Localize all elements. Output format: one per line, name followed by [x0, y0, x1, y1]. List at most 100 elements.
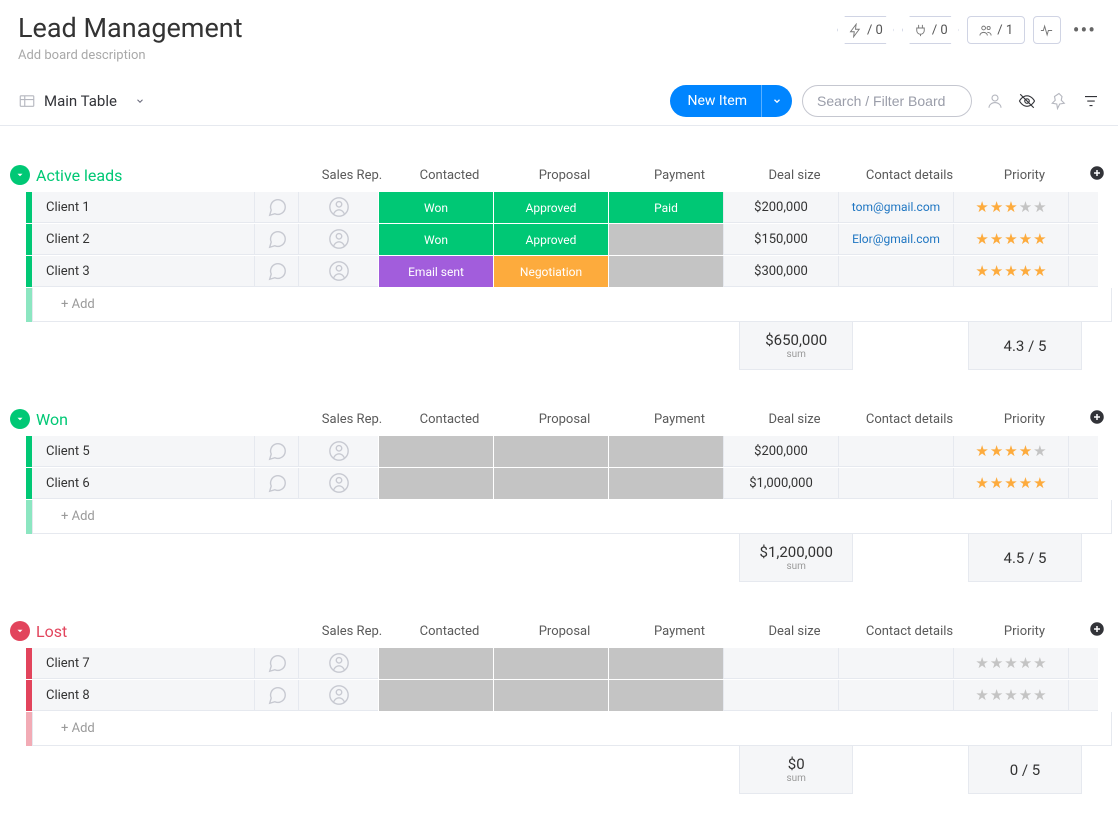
add-column-icon[interactable] — [1088, 408, 1106, 426]
status-cell[interactable]: Won — [378, 224, 493, 255]
column-header-priority[interactable]: Priority — [967, 624, 1082, 639]
column-header-priority[interactable]: Priority — [967, 168, 1082, 183]
contact-cell[interactable] — [838, 468, 953, 499]
deal-size-cell[interactable] — [723, 648, 838, 679]
status-cell[interactable]: Won — [378, 192, 493, 223]
status-cell[interactable] — [608, 224, 723, 255]
add-column-icon[interactable] — [1088, 164, 1106, 182]
group-title[interactable]: Active leads — [36, 166, 122, 185]
star-rating[interactable]: ★★★★★ — [975, 656, 1046, 671]
column-header-salesrep[interactable]: Sales Rep. — [312, 624, 392, 639]
view-selector[interactable]: Main Table — [18, 92, 145, 110]
salesrep-cell[interactable] — [298, 680, 378, 711]
activity-badge[interactable] — [1033, 16, 1061, 44]
item-name[interactable]: Client 2 — [32, 224, 254, 255]
priority-cell[interactable]: ★★★★★ — [953, 256, 1068, 287]
chat-button[interactable] — [254, 680, 298, 711]
star-rating[interactable]: ★★★★★ — [975, 476, 1046, 491]
add-column-button[interactable] — [1082, 408, 1112, 430]
priority-cell[interactable]: ★★★★★ — [953, 680, 1068, 711]
page-description[interactable]: Add board description — [18, 48, 243, 63]
item-name[interactable]: Client 7 — [32, 648, 254, 679]
add-item-row[interactable]: + Add — [6, 712, 1112, 746]
item-name[interactable]: Client 8 — [32, 680, 254, 711]
group-title[interactable]: Won — [36, 410, 68, 429]
status-cell[interactable] — [493, 648, 608, 679]
deal-size-cell[interactable]: $300,000 — [723, 256, 838, 287]
deal-size-cell[interactable]: $200,000 — [723, 192, 838, 223]
priority-cell[interactable]: ★★★★★ — [953, 468, 1068, 499]
pin-button[interactable] — [1050, 92, 1068, 110]
column-header-salesrep[interactable]: Sales Rep. — [312, 412, 392, 427]
column-header-contact[interactable]: Contact details — [852, 168, 967, 183]
chat-button[interactable] — [254, 192, 298, 223]
star-rating[interactable]: ★★★★★ — [975, 200, 1046, 215]
star-rating[interactable]: ★★★★★ — [975, 688, 1046, 703]
salesrep-cell[interactable] — [298, 192, 378, 223]
column-header-dealsize[interactable]: Deal size — [737, 624, 852, 639]
item-name[interactable]: Client 6 — [32, 468, 254, 499]
salesrep-cell[interactable] — [298, 436, 378, 467]
contact-cell[interactable] — [838, 436, 953, 467]
status-cell[interactable]: Paid — [608, 192, 723, 223]
salesrep-cell[interactable] — [298, 256, 378, 287]
deal-size-cell[interactable]: $150,000 — [723, 224, 838, 255]
deal-size-cell[interactable]: $1,000,000 — [723, 468, 838, 499]
hide-columns-button[interactable] — [1018, 92, 1036, 110]
column-header-proposal[interactable]: Proposal — [507, 624, 622, 639]
person-filter-button[interactable] — [986, 92, 1004, 110]
chat-button[interactable] — [254, 256, 298, 287]
status-cell[interactable] — [608, 256, 723, 287]
automations-badge[interactable]: / 0 — [837, 16, 894, 44]
group-collapse-toggle[interactable] — [10, 409, 30, 429]
column-header-contact[interactable]: Contact details — [852, 624, 967, 639]
column-header-dealsize[interactable]: Deal size — [737, 412, 852, 427]
integrations-badge[interactable]: / 0 — [902, 16, 959, 44]
contact-cell[interactable]: tom@gmail.com — [838, 192, 953, 223]
item-name[interactable]: Client 5 — [32, 436, 254, 467]
status-cell[interactable]: Email sent — [378, 256, 493, 287]
new-item-caret[interactable] — [761, 85, 792, 117]
status-cell[interactable] — [378, 436, 493, 467]
group-collapse-toggle[interactable] — [10, 165, 30, 185]
add-column-button[interactable] — [1082, 620, 1112, 642]
column-header-contacted[interactable]: Contacted — [392, 624, 507, 639]
status-cell[interactable] — [608, 468, 723, 499]
column-header-proposal[interactable]: Proposal — [507, 412, 622, 427]
column-header-contact[interactable]: Contact details — [852, 412, 967, 427]
chat-button[interactable] — [254, 468, 298, 499]
contact-cell[interactable] — [838, 680, 953, 711]
more-menu-button[interactable]: ••• — [1069, 18, 1100, 42]
priority-cell[interactable]: ★★★★★ — [953, 648, 1068, 679]
status-cell[interactable]: Negotiation — [493, 256, 608, 287]
status-cell[interactable] — [378, 648, 493, 679]
add-column-icon[interactable] — [1088, 620, 1106, 638]
salesrep-cell[interactable] — [298, 468, 378, 499]
column-header-priority[interactable]: Priority — [967, 412, 1082, 427]
contact-cell[interactable] — [838, 648, 953, 679]
deal-size-cell[interactable] — [723, 680, 838, 711]
status-cell[interactable] — [608, 436, 723, 467]
chat-button[interactable] — [254, 648, 298, 679]
status-cell[interactable] — [608, 648, 723, 679]
status-cell[interactable]: Approved — [493, 192, 608, 223]
group-title[interactable]: Lost — [36, 622, 67, 641]
column-header-contacted[interactable]: Contacted — [392, 412, 507, 427]
new-item-button[interactable]: New Item — [670, 85, 793, 117]
priority-cell[interactable]: ★★★★★ — [953, 436, 1068, 467]
column-header-proposal[interactable]: Proposal — [507, 168, 622, 183]
item-name[interactable]: Client 1 — [32, 192, 254, 223]
filter-button[interactable] — [1082, 92, 1100, 110]
status-cell[interactable] — [493, 680, 608, 711]
page-title[interactable]: Lead Management — [18, 12, 243, 44]
column-header-contacted[interactable]: Contacted — [392, 168, 507, 183]
column-header-payment[interactable]: Payment — [622, 168, 737, 183]
column-header-payment[interactable]: Payment — [622, 412, 737, 427]
star-rating[interactable]: ★★★★★ — [975, 444, 1046, 459]
star-rating[interactable]: ★★★★★ — [975, 264, 1046, 279]
group-collapse-toggle[interactable] — [10, 621, 30, 641]
column-header-dealsize[interactable]: Deal size — [737, 168, 852, 183]
salesrep-cell[interactable] — [298, 648, 378, 679]
priority-cell[interactable]: ★★★★★ — [953, 192, 1068, 223]
salesrep-cell[interactable] — [298, 224, 378, 255]
